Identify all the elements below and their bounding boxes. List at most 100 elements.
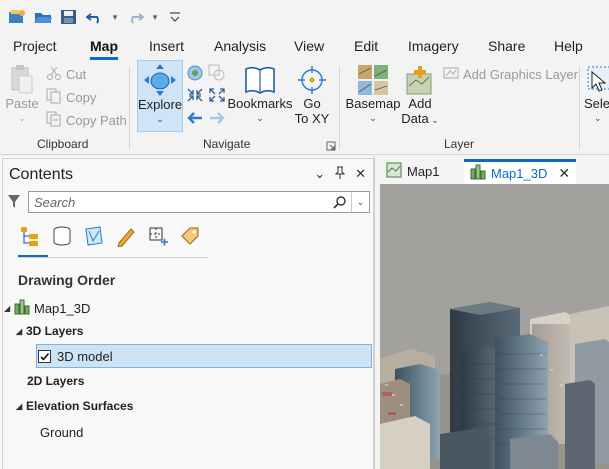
ground-surface-item[interactable]: Ground [40,422,83,442]
2d-layers-label: 2D Layers [27,374,85,388]
list-by-drawing-order-icon[interactable] [18,224,42,248]
ribbon-tabs: Project Map Insert Analysis View Edit Im… [0,34,609,60]
scene-view[interactable] [380,184,609,469]
bookmarks-dropdown-icon: ⌄ [256,113,264,123]
view-toolbar-rule [18,257,208,258]
tab-map1-3d[interactable]: Map1_3D ✕ [464,159,577,184]
ribbon-separator [579,66,580,150]
explore-label: Explore [137,97,183,112]
tab-map1[interactable]: Map1 [380,159,446,184]
list-by-labeling-icon[interactable] [178,224,202,248]
undo-dropdown-icon[interactable]: ▾ [110,12,120,23]
copy-path-label: Copy Path [66,112,127,128]
paste-dropdown-icon: ⌄ [18,113,26,123]
collapse-triangle-icon[interactable]: ◢ [16,327,26,336]
3d-layers-label: 3D Layers [26,324,84,338]
tab-edit[interactable]: Edit [354,34,378,60]
previous-extent-icon[interactable] [186,110,204,129]
bookmarks-icon [245,66,275,94]
search-icon[interactable] [329,195,351,209]
3d-model-layer-item[interactable]: 3D model [38,346,113,366]
add-data-button[interactable]: Add Data ⌄ [401,64,439,128]
tab-project[interactable]: Project [13,34,57,60]
list-by-data-source-icon[interactable] [50,224,74,248]
select-label: Sele [584,96,609,111]
save-project-icon[interactable] [58,6,80,28]
new-project-icon[interactable] [6,6,28,28]
list-by-snapping-icon[interactable] [146,224,170,248]
clipboard-group-label: Clipboard [37,137,89,151]
collapse-triangle-icon[interactable]: ◢ [4,304,14,313]
scissors-icon [46,65,62,84]
crosshair-icon [298,66,326,94]
tab-share[interactable]: Share [488,34,525,60]
3d-model-label: 3D model [57,348,113,364]
fixed-zoom-out-icon[interactable] [208,87,226,106]
redo-icon[interactable] [124,6,146,28]
dialog-launcher-icon[interactable] [326,140,336,151]
basemap-dropdown-icon: ⌄ [369,113,377,123]
map1-3d-tab-label: Map1_3D [491,165,548,181]
tab-map[interactable]: Map [90,34,118,60]
pane-options-chevron-icon[interactable]: ⌄ [314,166,325,182]
redo-dropdown-icon[interactable]: ▾ [150,12,160,23]
cut-button[interactable]: Cut [46,64,86,84]
contents-view-toolbar [18,224,202,248]
customize-toolbar-icon[interactable] [164,6,186,28]
bookmarks-label: Bookmarks [227,96,293,111]
search-input[interactable] [29,193,329,211]
add-data-icon [406,66,432,95]
tab-insert[interactable]: Insert [149,34,184,60]
tab-help[interactable]: Help [554,34,583,60]
open-project-icon[interactable] [32,6,54,28]
layer-group-label: Layer [444,137,475,151]
list-by-editing-icon[interactable] [114,224,138,248]
tab-analysis[interactable]: Analysis [214,34,266,60]
close-pane-icon[interactable]: ✕ [355,166,366,182]
tab-imagery[interactable]: Imagery [408,34,459,60]
drawing-order-heading: Drawing Order [18,272,116,288]
next-extent-icon[interactable] [208,110,226,129]
ribbon-separator [339,66,340,150]
add-graphics-layer-button[interactable]: Add Graphics Layer [443,64,578,84]
select-button[interactable]: Sele ⌄ [584,64,609,126]
tab-view[interactable]: View [294,34,324,60]
add-data-dropdown-icon: ⌄ [428,115,439,125]
select-icon [587,66,609,92]
paste-icon [11,65,33,94]
elevation-surfaces-category[interactable]: ◢ Elevation Surfaces [16,396,133,416]
undo-icon[interactable] [84,6,106,28]
ribbon: Paste ⌄ Cut Copy Copy Path Clipboard Exp… [0,60,609,155]
filter-icon[interactable] [7,194,21,210]
city-3d-scene [380,184,609,469]
scene-icon [470,164,486,183]
copy-button[interactable]: Copy [46,87,96,107]
search-options-chevron-icon[interactable]: ⌄ [351,192,369,212]
full-extent-icon[interactable] [186,64,204,85]
collapse-triangle-icon[interactable]: ◢ [16,402,26,411]
paste-button[interactable]: Paste ⌄ [5,64,39,126]
contents-search: ⌄ [28,191,370,213]
contents-pane: Contents ⌄ ✕ ⌄ [0,156,375,469]
ribbon-separator [129,66,130,150]
fixed-zoom-in-icon[interactable] [186,87,204,106]
view-tabs: Map1 Map1_3D ✕ [376,156,609,184]
map-tree-item[interactable]: ◢ Map1_3D [4,298,90,318]
pin-icon[interactable] [334,166,346,182]
zoom-to-layer-icon[interactable] [208,64,226,85]
go-to-xy-button[interactable]: Go To XY [294,64,330,126]
explore-button[interactable]: Explore ⌄ [138,63,182,127]
add-data-label-2: Data [401,111,429,126]
2d-layers-category[interactable]: 2D Layers [27,371,84,391]
layer-visibility-checkbox[interactable] [38,349,51,363]
3d-layers-category[interactable]: ◢ 3D Layers [16,321,83,341]
close-tab-icon[interactable]: ✕ [558,165,570,182]
paste-label: Paste [5,96,39,111]
list-by-selection-icon[interactable] [82,224,106,248]
basemap-button[interactable]: Basemap ⌄ [346,64,400,126]
bookmarks-button[interactable]: Bookmarks ⌄ [227,64,293,126]
copy-path-button[interactable]: Copy Path [46,110,127,130]
cut-label: Cut [66,66,87,82]
ground-label: Ground [40,424,84,440]
explore-dropdown-icon: ⌄ [156,114,164,124]
